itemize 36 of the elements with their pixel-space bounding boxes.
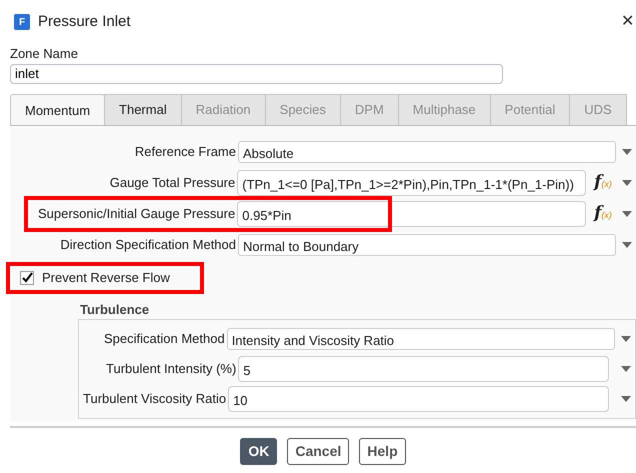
close-button[interactable]: ✕	[621, 14, 636, 30]
expression-field[interactable]: (TPn_1<=0 [Pa],TPn_1>=2*Pin),Pin,TPn_1-1*(Pn_1-Pin))	[237, 170, 586, 196]
dropdown-caret-icon[interactable]	[621, 396, 631, 402]
tab[interactable]: Momentum	[10, 94, 106, 125]
dropdown-caret-icon[interactable]	[622, 148, 632, 154]
expression-field[interactable]: 0.95*Pin	[237, 200, 586, 226]
checkbox-label: Prevent Reverse Flow	[42, 269, 170, 287]
tab[interactable]: Thermal	[104, 94, 182, 125]
field-label: Turbulent Viscosity Ratio	[82, 390, 228, 408]
dialog-button[interactable]: Help	[359, 438, 406, 465]
dropdown[interactable]: Normal to Boundary	[238, 234, 616, 256]
dropdown-caret-icon[interactable]	[622, 210, 632, 216]
dropdown[interactable]: Intensity and Viscosity Ratio	[226, 328, 615, 350]
dropdown-caret-icon[interactable]	[622, 242, 632, 248]
field-label: Specification Method	[103, 330, 226, 348]
field-label: Turbulent Intensity (%)	[105, 360, 238, 378]
window-title: Pressure Inlet	[38, 12, 131, 32]
field-label: Reference Frame	[134, 142, 237, 161]
number-field[interactable]: 5	[238, 356, 609, 382]
dropdown[interactable]: Absolute	[238, 140, 616, 162]
number-field[interactable]: 10	[228, 386, 609, 412]
function-icon[interactable]: f(x)	[594, 170, 616, 196]
function-icon[interactable]: f(x)	[594, 200, 616, 226]
field-label: Supersonic/Initial Gauge Pressure	[36, 204, 236, 223]
section-title: Turbulence	[80, 300, 150, 318]
field-label: Direction Specification Method	[59, 236, 237, 254]
zone-name-field[interactable]: inlet	[10, 64, 503, 84]
app-logo-icon: F	[14, 14, 30, 30]
field-label: Zone Name	[9, 45, 79, 63]
dropdown-caret-icon[interactable]	[621, 336, 631, 342]
field-label: Gauge Total Pressure	[108, 174, 236, 192]
dialog-button[interactable]: Cancel	[287, 438, 350, 465]
dropdown-caret-icon[interactable]	[621, 366, 631, 372]
checkbox[interactable]	[20, 270, 34, 285]
ok-button[interactable]: OK	[240, 438, 278, 465]
dropdown-caret-icon[interactable]	[622, 180, 632, 186]
